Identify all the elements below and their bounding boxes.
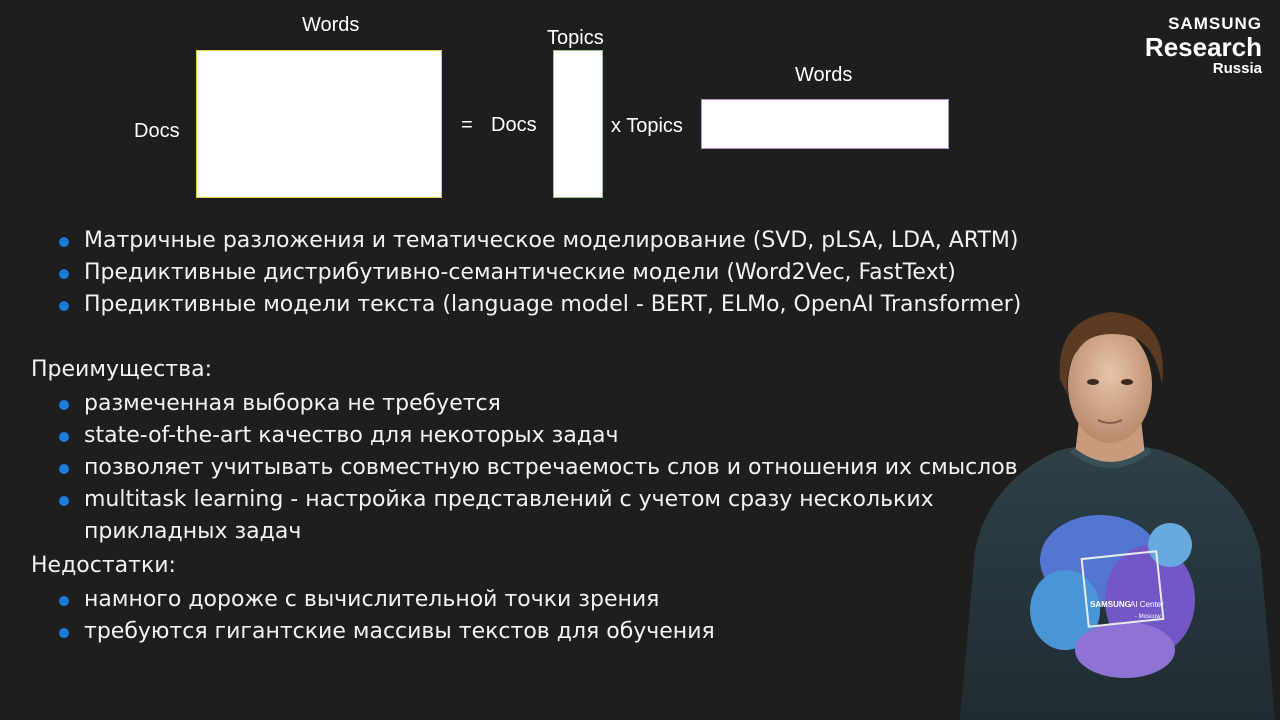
list-item: размеченная выборка не требуется — [57, 388, 1018, 420]
list-item: state-of-the-art качество для некоторых … — [57, 420, 1018, 452]
list-item: Предиктивные дистрибутивно-семантические… — [57, 257, 1021, 289]
topics-words-matrix — [701, 99, 949, 149]
topics-label-top: Topics — [547, 27, 604, 49]
words-label-left: Words — [302, 14, 360, 36]
list-item: multitask learning - настройка представл… — [57, 484, 984, 548]
list-item-text: намного дороже с вычислительной точки зр… — [84, 587, 660, 612]
list-item-text: Предиктивные модели текста (language mod… — [84, 292, 1022, 317]
list-item-text: Предиктивные дистрибутивно-семантические… — [84, 260, 956, 285]
list-item: намного дороже с вычислительной точки зр… — [57, 584, 715, 616]
docs-topics-matrix — [553, 50, 603, 198]
logo-brand: SAMSUNG — [1168, 14, 1262, 33]
bullet-icon — [59, 596, 69, 606]
bullet-icon — [59, 400, 69, 410]
bullet-icon — [59, 628, 69, 638]
list-item-text: требуются гигантские массивы текстов для… — [84, 619, 715, 644]
bullet-icon — [59, 301, 69, 311]
advantages-list: размеченная выборка не требуется state-o… — [57, 388, 1018, 548]
list-item: Матричные разложения и тематическое моде… — [57, 225, 1021, 257]
presenter-video: SAMSUNG AI Center - Moscow — [960, 312, 1275, 720]
list-item-text: multitask learning - настройка представл… — [84, 487, 934, 544]
docs-label-middle: Docs — [491, 114, 537, 136]
words-label-right: Words — [795, 64, 853, 86]
list-item-text: размеченная выборка не требуется — [84, 391, 501, 416]
list-item: Предиктивные модели текста (language mod… — [57, 289, 1021, 321]
advantages-heading: Преимущества: — [31, 357, 212, 382]
methods-list: Матричные разложения и тематическое моде… — [57, 225, 1021, 321]
logo-russia: Russia — [1212, 60, 1262, 77]
docs-label-left: Docs — [134, 120, 180, 142]
list-item-text: state-of-the-art качество для некоторых … — [84, 423, 619, 448]
list-item: требуются гигантские массивы текстов для… — [57, 616, 715, 648]
eye-left — [1087, 379, 1099, 385]
disadvantages-heading: Недостатки: — [31, 553, 176, 578]
list-item-text: позволяет учитывать совместную встречаем… — [84, 455, 1018, 480]
bullet-icon — [59, 496, 69, 506]
list-item: позволяет учитывать совместную встречаем… — [57, 452, 1018, 484]
shirt-print-text: AI Center — [1130, 600, 1164, 609]
bullet-icon — [59, 432, 69, 442]
shirt-print-brand: SAMSUNG — [1090, 600, 1131, 609]
bullet-icon — [59, 269, 69, 279]
bullet-icon — [59, 237, 69, 247]
list-item-text: Матричные разложения и тематическое моде… — [84, 228, 1019, 253]
logo-research: Research — [1144, 32, 1262, 62]
x-topics-label: x Topics — [611, 115, 683, 137]
samsung-research-logo: SAMSUNG Research Russia — [1145, 14, 1262, 78]
bullet-icon — [59, 464, 69, 474]
disadvantages-list: намного дороже с вычислительной точки зр… — [57, 584, 715, 648]
docs-words-matrix — [196, 50, 442, 198]
equals-sign: = — [461, 114, 473, 136]
eye-right — [1121, 379, 1133, 385]
shirt-print-sub: - Moscow — [1135, 614, 1161, 620]
